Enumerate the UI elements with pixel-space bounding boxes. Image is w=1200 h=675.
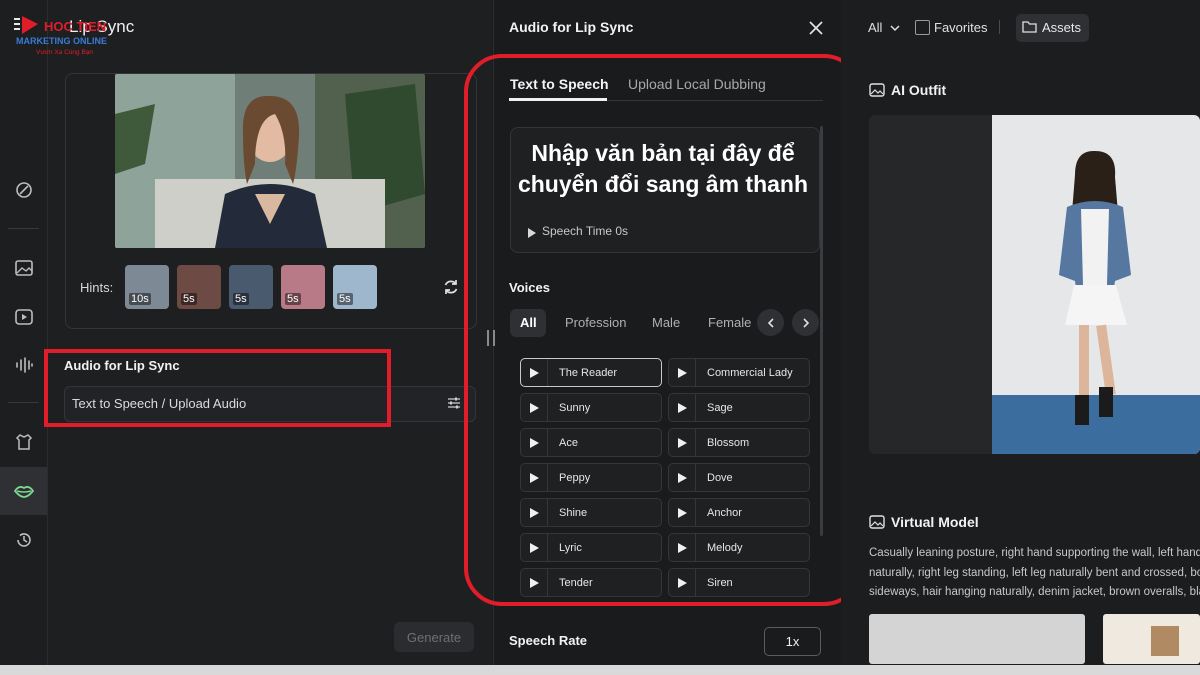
- hint-thumbnail[interactable]: 5s: [281, 265, 325, 309]
- brand-logo: HOC TIEN MARKETING ONLINE Vươn Xa Cùng B…: [8, 14, 128, 60]
- left-rail: [0, 0, 48, 665]
- hint-duration: 5s: [285, 293, 301, 305]
- lips-icon[interactable]: [0, 467, 47, 515]
- preview-video[interactable]: [115, 74, 425, 248]
- favorites-label: Favorites: [934, 20, 988, 35]
- virtual-model-description: Casually leaning posture, right hand sup…: [869, 544, 1200, 603]
- generate-button[interactable]: Generate: [394, 622, 474, 652]
- hint-duration: 5s: [181, 293, 197, 305]
- folder-icon: [1022, 20, 1037, 38]
- panel-title: Audio for Lip Sync: [509, 19, 634, 35]
- video-icon[interactable]: [0, 293, 47, 341]
- hint-thumbnail[interactable]: 5s: [333, 265, 377, 309]
- hint-thumbnail[interactable]: 10s: [125, 265, 169, 309]
- rail-divider: [8, 228, 39, 229]
- outfit-image-card[interactable]: [869, 115, 1200, 454]
- speech-rate-label: Speech Rate: [509, 633, 588, 648]
- highlight-frame: [464, 54, 862, 606]
- svg-text:MARKETING ONLINE: MARKETING ONLINE: [16, 36, 107, 46]
- image-icon: [869, 514, 885, 535]
- model-thumbnail[interactable]: [1103, 614, 1200, 664]
- refresh-icon[interactable]: [442, 278, 460, 301]
- filter-dropdown[interactable]: All: [868, 20, 900, 35]
- settings-sliders-icon[interactable]: [446, 395, 462, 416]
- divider: [999, 20, 1000, 34]
- audio-wave-icon[interactable]: [0, 341, 47, 389]
- rail-divider: [8, 402, 39, 403]
- virtual-model-title: Virtual Model: [891, 514, 979, 530]
- model-thumbnail[interactable]: [869, 614, 1085, 664]
- outfit-icon[interactable]: [0, 418, 47, 466]
- hint-thumbnail[interactable]: 5s: [229, 265, 273, 309]
- history-icon[interactable]: [0, 516, 47, 564]
- highlight-frame: [44, 349, 391, 427]
- hint-duration: 5s: [233, 293, 249, 305]
- assets-label: Assets: [1042, 20, 1082, 35]
- description-line: Casually leaning posture, right hand sup…: [869, 547, 1200, 559]
- hint-duration: 5s: [337, 293, 353, 305]
- filter-dropdown-label: All: [868, 20, 883, 35]
- bottom-edge: [0, 665, 1200, 675]
- close-icon[interactable]: [808, 20, 824, 41]
- hint-thumbnail[interactable]: 5s: [177, 265, 221, 309]
- speech-rate-button[interactable]: 1x: [764, 627, 821, 656]
- hint-duration: 10s: [129, 293, 151, 305]
- description-line: sideways, hair hanging naturally, denim …: [869, 586, 1200, 598]
- edit-shape-icon[interactable]: [0, 166, 47, 214]
- favorites-checkbox[interactable]: [915, 20, 930, 35]
- image-icon[interactable]: [0, 244, 47, 292]
- ai-outfit-title: AI Outfit: [891, 82, 947, 98]
- hints-label: Hints:: [80, 280, 114, 295]
- svg-text:Vươn Xa Cùng Bạn: Vươn Xa Cùng Bạn: [36, 49, 93, 56]
- chevron-down-icon: [890, 25, 900, 32]
- image-icon: [869, 82, 885, 103]
- description-line: naturally, right leg standing, left leg …: [869, 566, 1200, 579]
- svg-text:HOC TIEN: HOC TIEN: [44, 19, 106, 34]
